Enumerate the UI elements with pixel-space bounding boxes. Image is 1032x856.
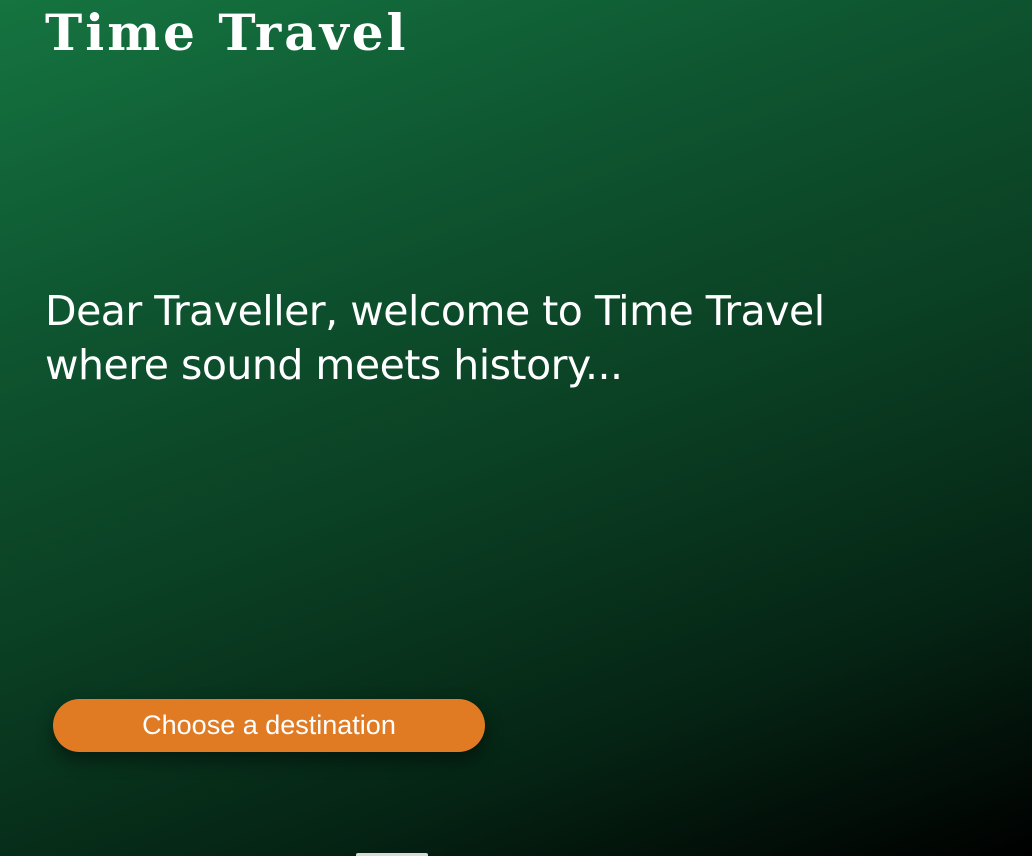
welcome-message: Dear Traveller, welcome to Time Travel w… [45, 284, 945, 392]
site-title: Time Travel [45, 3, 409, 62]
welcome-line-2: where sound meets history... [45, 341, 623, 389]
choose-destination-button[interactable]: Choose a destination [53, 699, 485, 752]
welcome-line-1: Dear Traveller, welcome to Time Travel [45, 287, 825, 335]
